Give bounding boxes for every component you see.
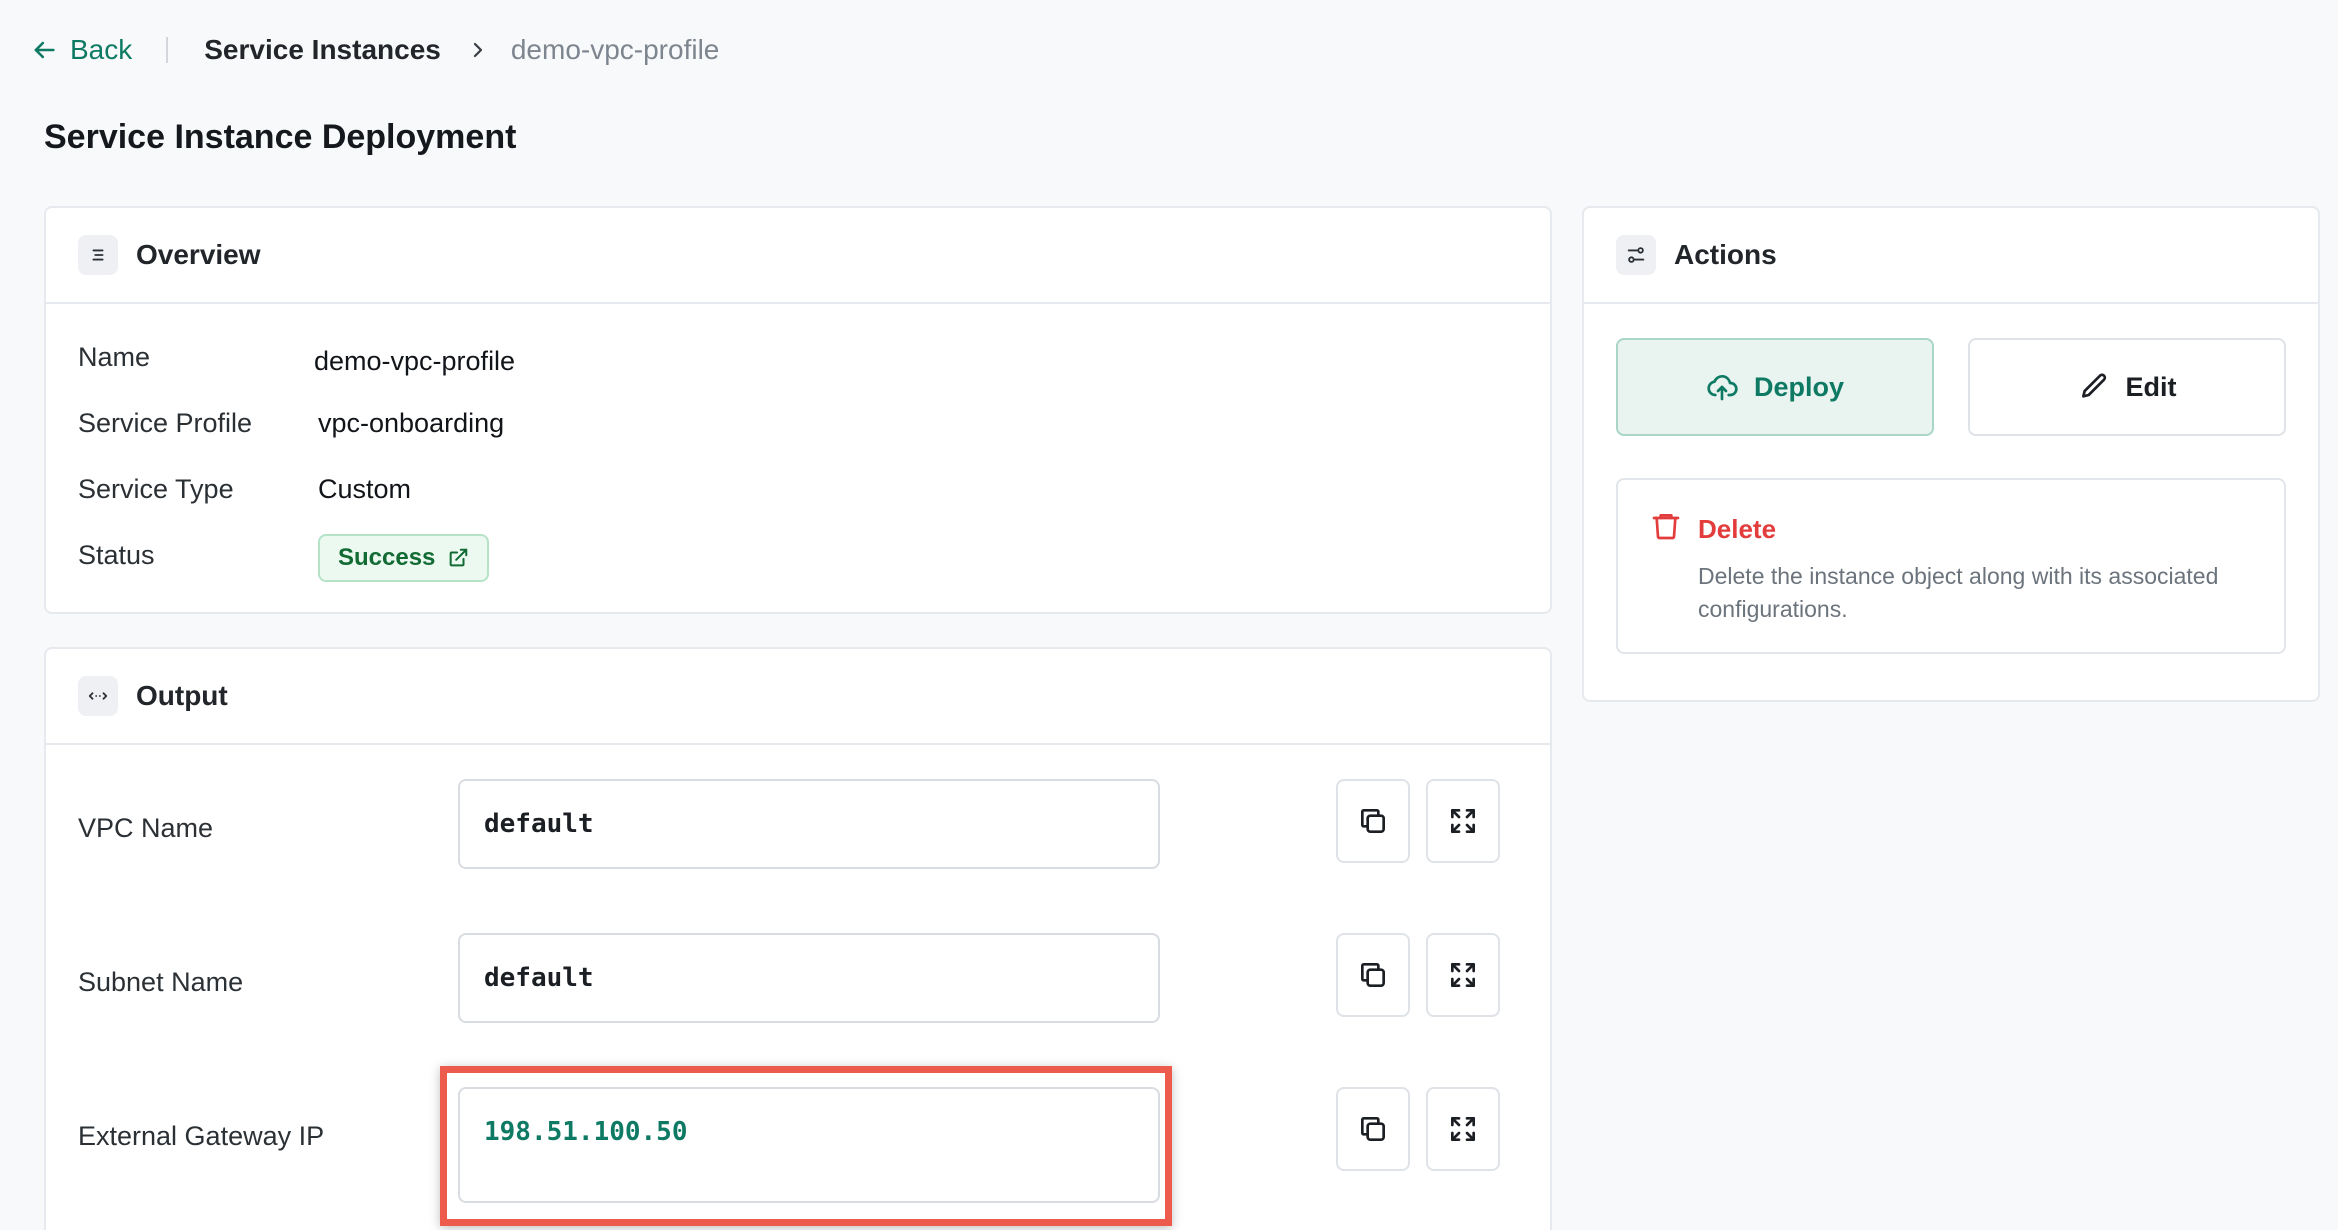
- vpc-name-field[interactable]: default: [458, 779, 1160, 869]
- trash-icon: [1652, 514, 1680, 540]
- output-header: Output: [46, 649, 1550, 745]
- output-card: Output VPC Name default Subnet Name defa…: [44, 647, 1552, 1230]
- external-gateway-ip-label: External Gateway IP: [78, 1121, 325, 1151]
- copy-icon: [1361, 809, 1385, 833]
- copy-icon: [1361, 1117, 1385, 1141]
- copy-icon: [1361, 963, 1385, 987]
- breadcrumb-service-instances[interactable]: Service Instances: [204, 34, 441, 66]
- external-link-icon: [450, 548, 468, 567]
- delete-action[interactable]: Delete Delete the instance object along …: [1616, 478, 2286, 654]
- expand-subnet-name-button[interactable]: [1426, 933, 1500, 1017]
- chevron-right-icon: [473, 42, 482, 58]
- deploy-label: Deploy: [1753, 371, 1845, 402]
- pencil-icon: [2081, 373, 2106, 398]
- subnet-name-label: Subnet Name: [78, 967, 244, 997]
- actions-card: Actions Deploy Edit Delete Delete the in…: [1582, 206, 2320, 702]
- service-profile-value: vpc-onboarding: [318, 408, 505, 438]
- edit-button[interactable]: Edit: [1968, 338, 2286, 436]
- external-gateway-ip-field[interactable]: 198.51.100.50: [458, 1087, 1160, 1203]
- overview-header: Overview: [46, 208, 1550, 304]
- delete-description: Delete the instance object along with it…: [1698, 563, 2219, 622]
- status-label: Status: [78, 540, 155, 570]
- subnet-name-field[interactable]: default: [458, 933, 1160, 1023]
- actions-header: Actions: [1584, 208, 2318, 304]
- status-value: Success: [338, 544, 436, 571]
- status-badge[interactable]: Success: [318, 534, 490, 582]
- expand-icon: [1451, 1117, 1475, 1141]
- back-label: Back: [70, 34, 133, 65]
- page: Back Service Instances demo-vpc-profile …: [0, 0, 2338, 1230]
- cloud-upload-icon: [1707, 374, 1738, 401]
- list-icon: [78, 235, 118, 275]
- breadcrumb-divider: [166, 37, 169, 63]
- arrow-left-icon: [34, 41, 55, 59]
- page-title: Service Instance Deployment: [44, 118, 517, 156]
- code-icon: [78, 676, 118, 716]
- expand-icon: [1451, 809, 1475, 833]
- service-profile-label: Service Profile: [78, 408, 253, 438]
- copy-vpc-name-button[interactable]: [1336, 779, 1410, 863]
- service-type-label: Service Type: [78, 474, 234, 504]
- back-button[interactable]: Back: [30, 34, 132, 66]
- service-type-value: Custom: [318, 474, 412, 504]
- breadcrumb: Back Service Instances demo-vpc-profile: [30, 28, 719, 72]
- name-value: demo-vpc-profile: [314, 346, 516, 376]
- edit-label: Edit: [2125, 371, 2177, 402]
- breadcrumb-current: demo-vpc-profile: [510, 34, 720, 65]
- expand-vpc-name-button[interactable]: [1426, 779, 1500, 863]
- copy-subnet-name-button[interactable]: [1336, 933, 1410, 1017]
- delete-title: Delete: [1698, 514, 1777, 544]
- copy-external-gateway-ip-button[interactable]: [1336, 1087, 1410, 1171]
- overview-card: Overview Name demo-vpc-profile Service P…: [44, 206, 1552, 614]
- expand-icon: [1451, 963, 1475, 987]
- deploy-button[interactable]: Deploy: [1616, 338, 1934, 436]
- sliders-icon: [1616, 235, 1656, 275]
- overview-title: Overview: [136, 239, 261, 270]
- name-label: Name: [78, 342, 151, 372]
- actions-title: Actions: [1674, 239, 1777, 270]
- vpc-name-label: VPC Name: [78, 813, 214, 843]
- expand-external-gateway-ip-button[interactable]: [1426, 1087, 1500, 1171]
- output-title: Output: [136, 680, 228, 711]
